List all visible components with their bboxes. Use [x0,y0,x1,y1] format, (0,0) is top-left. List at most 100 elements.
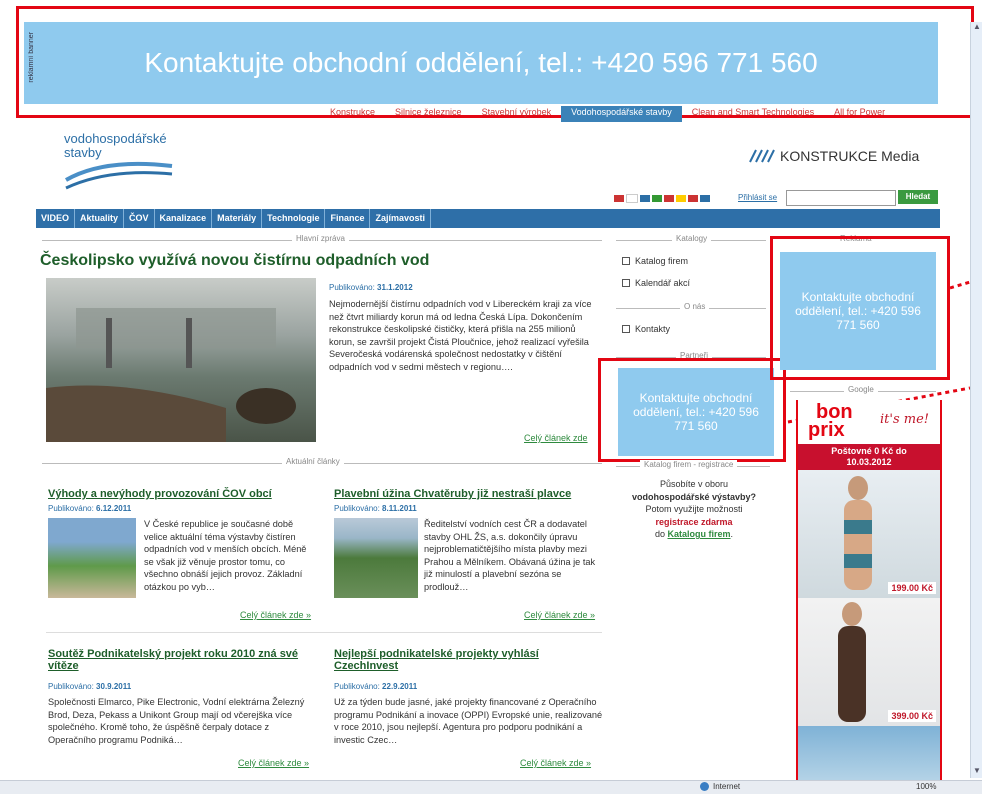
section-label-main: Hlavní zpráva [292,234,349,243]
bonprix-slogan: it's me! [880,412,930,427]
register-box: Působíte v oboru vodohospodářské výstavb… [616,478,772,541]
vertical-scrollbar[interactable]: ▲ ▼ [970,22,982,778]
nav-item-kanalizace[interactable]: Kanalizace [155,209,213,228]
scroll-up-icon[interactable]: ▲ [971,22,982,34]
logo-waves-icon [64,161,173,190]
article-more-link[interactable]: Celý článek zde » [520,758,591,768]
main-story-title[interactable]: Českolipsko využívá novou čistírnu odpad… [40,252,429,270]
article-more-link[interactable]: Celý článek zde » [524,610,595,620]
publisher-logo[interactable]: KONSTRUKCE Media [748,148,919,164]
article-text: Společnosti Elmarco, Pike Electronic, Vo… [48,697,305,745]
scroll-down-icon[interactable]: ▼ [971,766,982,778]
article-more-link[interactable]: Celý článek zde » [238,758,309,768]
konstrukce-icon [749,149,775,163]
search-input[interactable] [786,190,896,206]
zone-label: Internet [713,782,741,791]
logo-line1: vodohospodářské [64,131,167,146]
flag-icon[interactable] [676,195,686,202]
portal-tab[interactable]: Stavební výrobek [472,106,562,122]
flag-icon[interactable] [640,195,650,202]
language-flags [614,194,712,203]
status-bar: Internet 100% [0,780,982,794]
pub-label: Publikováno: [334,504,380,513]
highlight-box-mid [598,358,786,462]
model-swimsuit-image [844,476,872,590]
globe-icon [700,782,709,791]
article-date: Publikováno: 8.11.2011 [334,504,417,513]
section-label-register: Katalog firem - registrace [640,460,738,469]
pub-label: Publikováno: [48,682,94,691]
register-text: Působíte v oboru [659,479,729,489]
nav-item-finance[interactable]: Finance [325,209,371,228]
pub-label: Publikováno: [334,682,380,691]
flag-icon[interactable] [614,195,624,202]
price-tag: 199.00 Kč [888,582,936,594]
nav-item-materialy[interactable]: Materiály [212,209,263,228]
portal-tabs: Konstrukce Silnice železnice Stavební vý… [320,106,960,122]
bonprix-product-3[interactable] [798,726,940,784]
security-zone: Internet [700,782,740,791]
bonprix-product-1[interactable]: 199.00 Kč [798,470,940,598]
article-title[interactable]: Plavební úžina Chvatěruby již nestraší p… [334,488,604,500]
portal-tab[interactable]: Konstrukce [320,106,385,122]
sidebar-item-label: Katalog firem [635,256,689,266]
portal-tab[interactable]: Clean and Smart Technologies [682,106,824,122]
pub-date: 22.9.2011 [382,682,418,691]
bullet-icon [622,257,630,265]
flag-icon[interactable] [626,194,638,203]
model-swimsuit-image [838,602,866,722]
main-story-text: Nejmodernější čistírnu odpadních vod v L… [329,299,592,372]
bonprix-ad[interactable]: bon prix it's me! Poštovné 0 Kč do 10.03… [796,400,942,784]
bonprix-product-2[interactable]: 399.00 Kč [798,598,940,726]
nav-item-zajimavosti[interactable]: Zajímavosti [370,209,431,228]
pub-label: Publikováno: [48,504,94,513]
article-thumbnail[interactable] [48,518,136,598]
article-date: Publikováno: 6.12.2011 [48,504,131,513]
nav-item-cov[interactable]: ČOV [124,209,155,228]
nav-item-video[interactable]: VIDEO [36,209,76,228]
sidebar-item-katalog[interactable]: Katalog firem [622,256,688,266]
article-text: Už za týden bude jasné, jaké projekty fi… [334,697,603,745]
main-story-image[interactable] [46,278,316,442]
article-text: V České republice je současné době velic… [144,519,307,592]
register-text: do [654,529,665,539]
register-text: . [730,529,734,539]
article-thumbnail[interactable] [334,518,418,598]
main-story-more-link[interactable]: Celý článek zde [524,433,588,443]
pub-date: 31.1.2012 [377,283,413,292]
flag-icon[interactable] [688,195,698,202]
search-button[interactable]: Hledat [898,190,938,204]
section-label-about: O nás [680,302,710,311]
article-title[interactable]: Soutěž Podnikatelský projekt roku 2010 z… [48,648,318,672]
bonprix-promo: Poštovné 0 Kč do 10.03.2012 [798,444,940,470]
sidebar-item-kalendar[interactable]: Kalendář akcí [622,278,690,288]
article-title[interactable]: Výhody a nevýhody provozování ČOV obcí [48,488,318,500]
site-logo[interactable]: vodohospodářské stavby [64,132,184,194]
flag-icon[interactable] [700,195,710,202]
flag-icon[interactable] [652,195,662,202]
nav-item-aktuality[interactable]: Aktuality [75,209,125,228]
highlight-box-top [16,6,974,118]
article-title[interactable]: Nejlepší podnikatelské projekty vyhlásí … [334,648,604,672]
divider [46,632,602,633]
sidebar-item-label: Kontakty [635,324,671,334]
login-link[interactable]: Přihlásit se [738,193,777,202]
pub-label: Publikováno: [329,283,375,292]
portal-tab[interactable]: All for Power [824,106,895,122]
portal-tab[interactable]: Silnice železnice [385,106,472,122]
price-tag: 399.00 Kč [888,710,936,722]
treatment-plant-image [46,308,296,442]
publisher-name: KONSTRUKCE Media [780,148,920,164]
zoom-level[interactable]: 100% [916,782,936,791]
sidebar-item-label: Kalendář akcí [635,278,691,288]
portal-tab-active[interactable]: Vodohospodářské stavby [561,106,682,122]
register-text: vodohospodářské výstavby? [631,491,757,502]
sidebar-item-kontakty[interactable]: Kontakty [622,324,670,334]
catalog-link[interactable]: Katalogu firem [668,529,731,539]
article-text: Ředitelství vodních cest ČR a dodavatel … [424,519,596,592]
nav-item-technologie[interactable]: Technologie [262,209,326,228]
article-more-link[interactable]: Celý článek zde » [240,610,311,620]
article-date: Publikováno: 30.9.2011 [48,682,131,691]
flag-icon[interactable] [664,195,674,202]
pub-date: 6.12.2011 [96,504,132,513]
